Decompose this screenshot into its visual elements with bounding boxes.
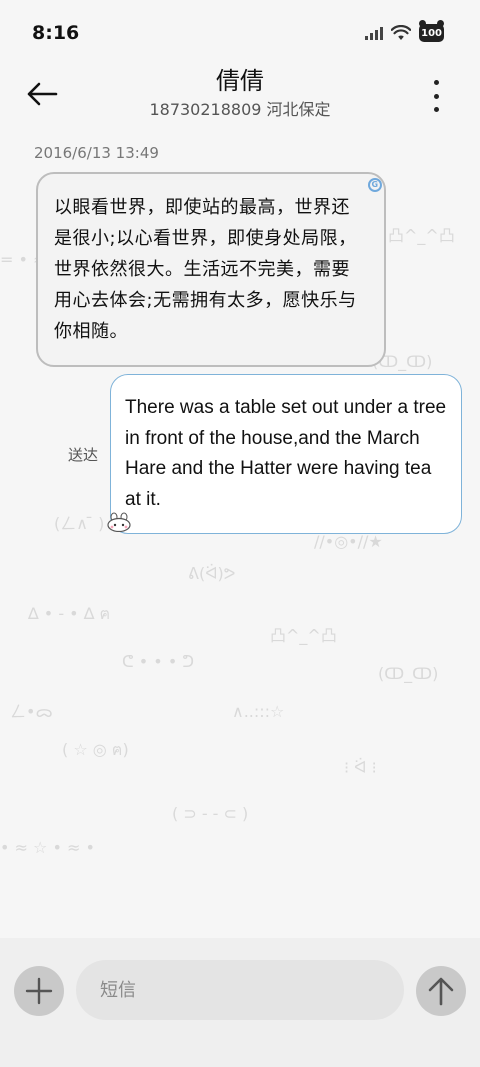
delivery-status: 送达 [68,446,99,464]
bunny-sticker-icon [107,512,131,532]
outgoing-message-bubble[interactable]: There was a table set out under a tree i… [110,374,462,534]
outgoing-message-text: There was a table set out under a tree i… [125,397,447,510]
battery-icon: 100 [419,20,444,42]
status-icons: 100 [365,20,444,42]
status-bar: 8:16 100 [0,0,480,64]
contact-subtitle: 18730218809 河北保定 [149,100,331,119]
more-options-button[interactable] [426,80,446,112]
contact-title-block: 倩倩 18730218809 河北保定 [0,66,480,122]
signal-icon [365,26,384,40]
add-attachment-button[interactable] [14,966,64,1016]
message-input[interactable] [76,960,404,1020]
incoming-message-text: 以眼看世界，即使站的最高，世界还是很小;以心看世界，即使身处局限，世界依然很大。… [54,197,357,342]
arrow-up-icon [428,977,454,1006]
message-timestamp: 2016/6/13 13:49 [34,144,159,162]
contact-name: 倩倩 [216,67,264,95]
send-button[interactable] [416,966,466,1016]
bubble-badge-icon: G [368,178,382,192]
status-time: 8:16 [32,22,80,44]
plus-icon [25,977,53,1005]
wifi-icon [391,25,412,40]
incoming-message-bubble[interactable]: 以眼看世界，即使站的最高，世界还是很小;以心看世界，即使身处局限，世界依然很大。… [36,172,386,367]
conversation-header: 倩倩 18730218809 河北保定 [0,64,480,130]
more-vertical-icon [433,80,439,85]
message-composer [0,938,480,1067]
